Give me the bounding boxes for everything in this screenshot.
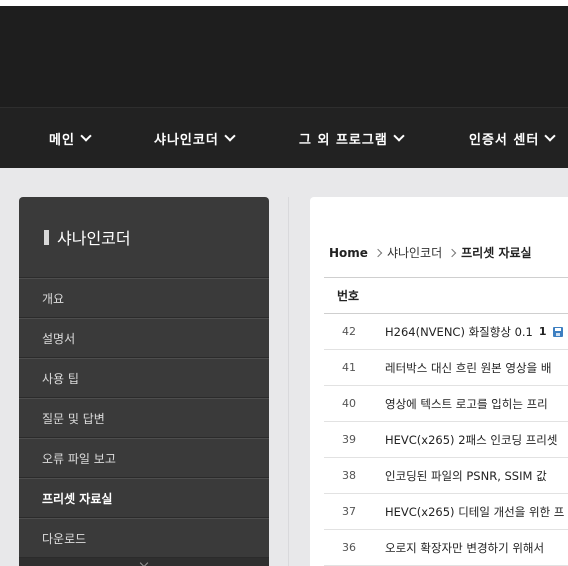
row-title[interactable]: HEVC(x265) 디테일 개선을 위한 프 xyxy=(374,504,564,520)
chevron-right-icon xyxy=(373,248,383,257)
sidebar-item-tips[interactable]: 사용 팁 xyxy=(19,358,269,398)
row-title[interactable]: 인코딩된 파일의 PSNR, SSIM 값 xyxy=(374,468,547,484)
row-title[interactable]: 레터박스 대신 흐린 원본 영상을 배 xyxy=(374,360,551,376)
sidebar-title: 샤나인코더 xyxy=(19,197,269,278)
row-title-text: H264(NVENC) 화질향상 0.1 xyxy=(385,324,533,339)
disk-icon xyxy=(552,326,563,337)
breadcrumb: Home 샤나인코더 프리셋 자료실 xyxy=(329,244,532,261)
nav-certificate-center[interactable]: 인증서 센터 xyxy=(469,108,556,168)
main-nav: 메인 샤나인코더 그 외 프로그램 인증서 센터 xyxy=(0,107,568,168)
sidebar-footer xyxy=(19,558,269,566)
sidebar-item-error-report[interactable]: 오류 파일 보고 xyxy=(19,438,269,478)
row-num: 37 xyxy=(342,505,356,518)
row-num: 36 xyxy=(342,541,356,554)
nav-main[interactable]: 메인 xyxy=(49,108,92,168)
nav-other-programs-label: 그 외 프로그램 xyxy=(299,132,388,148)
table-row[interactable]: 36 오로지 확장자만 변경하기 위해서 xyxy=(324,530,568,566)
table-header: 번호 xyxy=(324,278,568,314)
chevron-down-icon xyxy=(224,130,236,142)
site-header xyxy=(0,6,568,107)
table-row[interactable]: 40 영상에 텍스트 로고를 입히는 프리 xyxy=(324,386,568,422)
chevron-down-icon xyxy=(393,130,405,142)
chevron-down-icon xyxy=(544,130,556,142)
breadcrumb-home[interactable]: Home xyxy=(329,246,368,260)
row-num: 39 xyxy=(342,433,356,446)
nav-other-programs[interactable]: 그 외 프로그램 xyxy=(299,108,405,168)
chevron-down-icon xyxy=(80,130,92,142)
nav-certificate-center-label: 인증서 센터 xyxy=(469,132,540,148)
sidebar-item-manual[interactable]: 설명서 xyxy=(19,318,269,358)
main-content: Home 샤나인코더 프리셋 자료실 번호 42 H264(NVENC) 화질향… xyxy=(310,197,568,566)
column-divider xyxy=(288,197,289,566)
row-title[interactable]: 영상에 텍스트 로고를 입히는 프리 xyxy=(374,396,548,412)
sidebar-title-label: 샤나인코더 xyxy=(57,229,131,248)
nav-shana-encoder-label: 샤나인코더 xyxy=(154,132,219,148)
comment-count: 1 xyxy=(538,325,547,338)
row-title[interactable]: 오로지 확장자만 변경하기 위해서 xyxy=(374,540,544,556)
table-row[interactable]: 37 HEVC(x265) 디테일 개선을 위한 프 xyxy=(324,494,568,530)
nav-main-label: 메인 xyxy=(49,132,75,148)
table-row[interactable]: 41 레터박스 대신 흐린 원본 영상을 배 xyxy=(324,350,568,386)
row-title[interactable]: H264(NVENC) 화질향상 0.1 1 xyxy=(374,324,563,340)
row-num: 38 xyxy=(342,469,356,482)
chevron-right-icon xyxy=(447,248,457,257)
row-title[interactable]: HEVC(x265) 2패스 인코딩 프리셋 xyxy=(374,432,557,448)
table-row[interactable]: 38 인코딩된 파일의 PSNR, SSIM 값 xyxy=(324,458,568,494)
row-num: 40 xyxy=(342,397,356,410)
table-row[interactable]: 39 HEVC(x265) 2패스 인코딩 프리셋 xyxy=(324,422,568,458)
title-bar-icon xyxy=(44,229,49,245)
post-table: 번호 42 H264(NVENC) 화질향상 0.1 1 41 레터박스 대신 … xyxy=(324,277,568,566)
header-num: 번호 xyxy=(337,289,360,303)
sidebar-item-qna[interactable]: 질문 및 답변 xyxy=(19,398,269,438)
sidebar-item-preset-archive[interactable]: 프리셋 자료실 xyxy=(19,478,269,518)
breadcrumb-section[interactable]: 샤나인코더 xyxy=(387,244,442,261)
sidebar-item-download[interactable]: 다운로드 xyxy=(19,518,269,558)
breadcrumb-current: 프리셋 자료실 xyxy=(461,246,532,260)
sidebar-item-overview[interactable]: 개요 xyxy=(19,278,269,318)
row-num: 41 xyxy=(342,361,356,374)
nav-shana-encoder[interactable]: 샤나인코더 xyxy=(154,108,236,168)
row-num: 42 xyxy=(342,325,356,338)
chevron-down-icon xyxy=(139,558,149,566)
table-row[interactable]: 42 H264(NVENC) 화질향상 0.1 1 xyxy=(324,314,568,350)
sidebar: 샤나인코더 개요 설명서 사용 팁 질문 및 답변 오류 파일 보고 프리셋 자… xyxy=(19,197,269,566)
